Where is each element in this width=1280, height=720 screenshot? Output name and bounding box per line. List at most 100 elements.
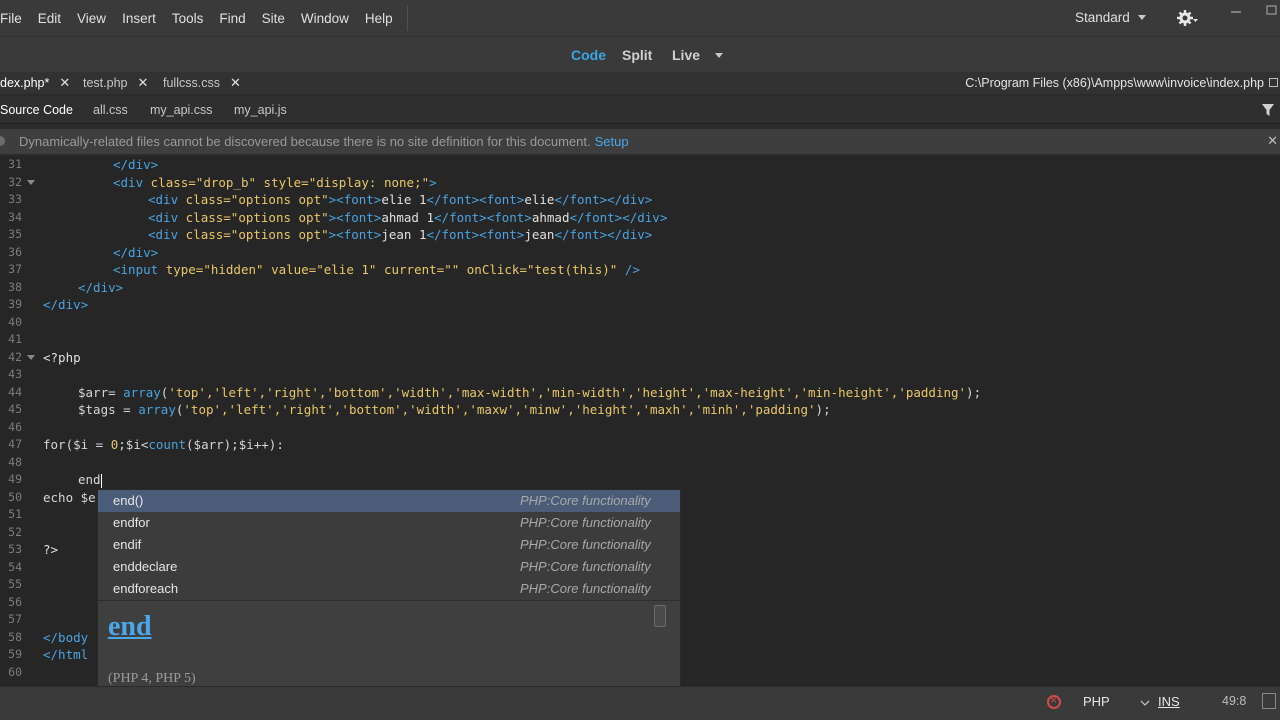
close-icon[interactable]: ✕ [1267, 133, 1278, 149]
maximize-icon[interactable] [1266, 4, 1280, 18]
menu-tools[interactable]: Tools [164, 11, 212, 26]
line-number: 56 [8, 594, 22, 609]
punct: ($arr);$i++): [186, 437, 284, 452]
line-number: 58 [8, 629, 22, 644]
string: 'top','left','right','bottom','width','m… [183, 402, 816, 417]
attr: current= [376, 262, 445, 277]
tag: <font> [336, 209, 382, 225]
line-number: 35 [8, 227, 22, 241]
code-line: <input type="hidden" value="elie 1" curr… [113, 261, 640, 279]
view-code-button[interactable]: Code [571, 47, 606, 63]
line-number: 45 [8, 402, 22, 416]
text: jean 1 [381, 227, 427, 242]
view-split-button[interactable]: Split [622, 47, 652, 63]
function: array [123, 384, 161, 400]
line-number: 38 [8, 279, 22, 294]
window-size-icon[interactable] [1262, 693, 1276, 709]
code-line: <div class="options opt"><font>ahmad 1</… [148, 209, 667, 227]
related-my-api-js[interactable]: my_api.js [234, 103, 287, 117]
view-live-button[interactable]: Live [672, 47, 700, 63]
close-icon[interactable]: ✕ [230, 75, 241, 91]
close-icon[interactable]: ✕ [59, 75, 70, 91]
error-icon[interactable] [1047, 693, 1061, 709]
code-hint-item[interactable]: endforeach PHP:Core functionality [98, 578, 680, 600]
menu-window[interactable]: Window [293, 11, 357, 26]
related-my-api-css[interactable]: my_api.css [150, 103, 213, 117]
code-line: </div> [113, 244, 158, 262]
text: ahmad [531, 209, 570, 225]
line-number: 51 [8, 507, 22, 521]
info-message-text: Dynamically-related files cannot be disc… [19, 134, 591, 149]
attr-value: "elie 1" [316, 262, 377, 277]
tag: </div> [607, 192, 653, 207]
menu-edit[interactable]: Edit [30, 11, 69, 26]
related-files-bar: Source Code all.css my_api.css my_api.js [0, 96, 1280, 124]
code-hint-item[interactable]: end() PHP:Core functionality [98, 490, 680, 512]
tag: </div> [43, 297, 89, 312]
menu-find[interactable]: Find [211, 11, 253, 26]
setup-link[interactable]: Setup [595, 134, 629, 149]
menu-file[interactable]: File [0, 11, 30, 26]
gear-icon[interactable] [1176, 8, 1198, 28]
attr: class= [185, 192, 231, 207]
live-options-chevron-icon[interactable] [715, 53, 723, 58]
menu-help[interactable]: Help [357, 11, 401, 26]
fold-icon[interactable] [27, 179, 35, 185]
line-number: 32 [8, 174, 22, 189]
workspace-label: Standard [1075, 10, 1130, 25]
code-hint-item[interactable]: endif PHP:Core functionality [98, 534, 680, 556]
line-number: 39 [8, 297, 22, 311]
fold-icon[interactable] [27, 354, 35, 360]
tab-label: fullcss.css [163, 76, 220, 90]
line-number: 33 [8, 192, 22, 206]
related-source-code[interactable]: Source Code [0, 103, 73, 117]
line-number: 41 [8, 332, 22, 346]
doc-title[interactable]: end [108, 611, 152, 643]
typed-text: end [78, 472, 101, 487]
line-number: 59 [8, 647, 22, 661]
menu-site[interactable]: Site [254, 11, 293, 26]
tag: </div> [607, 227, 653, 242]
tag: > [429, 174, 437, 190]
related-all-css[interactable]: all.css [93, 103, 128, 117]
tab-fullcss-css[interactable]: fullcss.css ✕ [163, 75, 241, 91]
workspace-switcher[interactable]: Standard [1075, 10, 1146, 25]
code-hint-desc: PHP:Core functionality [520, 515, 651, 530]
attr-value: "display: none;" [308, 174, 430, 190]
text: elie [524, 192, 555, 207]
attr: onClick= [459, 262, 527, 277]
line-number: 50 [8, 489, 22, 504]
close-icon[interactable]: ✕ [137, 75, 148, 91]
tab-label: dex.php* [0, 76, 50, 90]
code-line: echo $e [43, 489, 96, 507]
filter-icon[interactable] [1262, 104, 1274, 116]
code-hint-item[interactable]: enddeclare PHP:Core functionality [98, 556, 680, 578]
function: array [138, 402, 176, 417]
line-number: 37 [8, 262, 22, 276]
line-number: 57 [8, 612, 22, 626]
string: 'top','left','right','bottom','width','m… [168, 384, 967, 400]
code-line: $arr= array('top','left','right','bottom… [78, 384, 981, 402]
tag: </font> [554, 192, 608, 207]
tab-index-php[interactable]: dex.php* ✕ [0, 75, 70, 91]
menu-view[interactable]: View [69, 11, 114, 26]
tag: </div> [78, 279, 124, 295]
language-selector[interactable]: PHP [1083, 694, 1150, 709]
attr-value: "options opt" [230, 227, 329, 242]
minimize-icon[interactable] [1230, 4, 1246, 18]
doc-scrollbar[interactable] [654, 605, 666, 627]
line-number: 34 [8, 209, 22, 224]
code-hint-name: endif [113, 537, 142, 552]
tag: </font> [426, 227, 480, 242]
restore-icon[interactable] [1269, 78, 1278, 87]
attr-value: "options opt" [230, 209, 329, 225]
menu-insert[interactable]: Insert [114, 11, 164, 26]
code-line: </html [43, 646, 88, 664]
tab-test-php[interactable]: test.php ✕ [83, 75, 148, 91]
tag: <font> [479, 227, 525, 242]
line-number: 54 [8, 559, 22, 574]
code-hint-item[interactable]: endfor PHP:Core functionality [98, 512, 680, 534]
text: ahmad 1 [381, 209, 435, 225]
insert-mode[interactable]: INS [1158, 694, 1180, 709]
line-number: 49 [8, 472, 22, 486]
